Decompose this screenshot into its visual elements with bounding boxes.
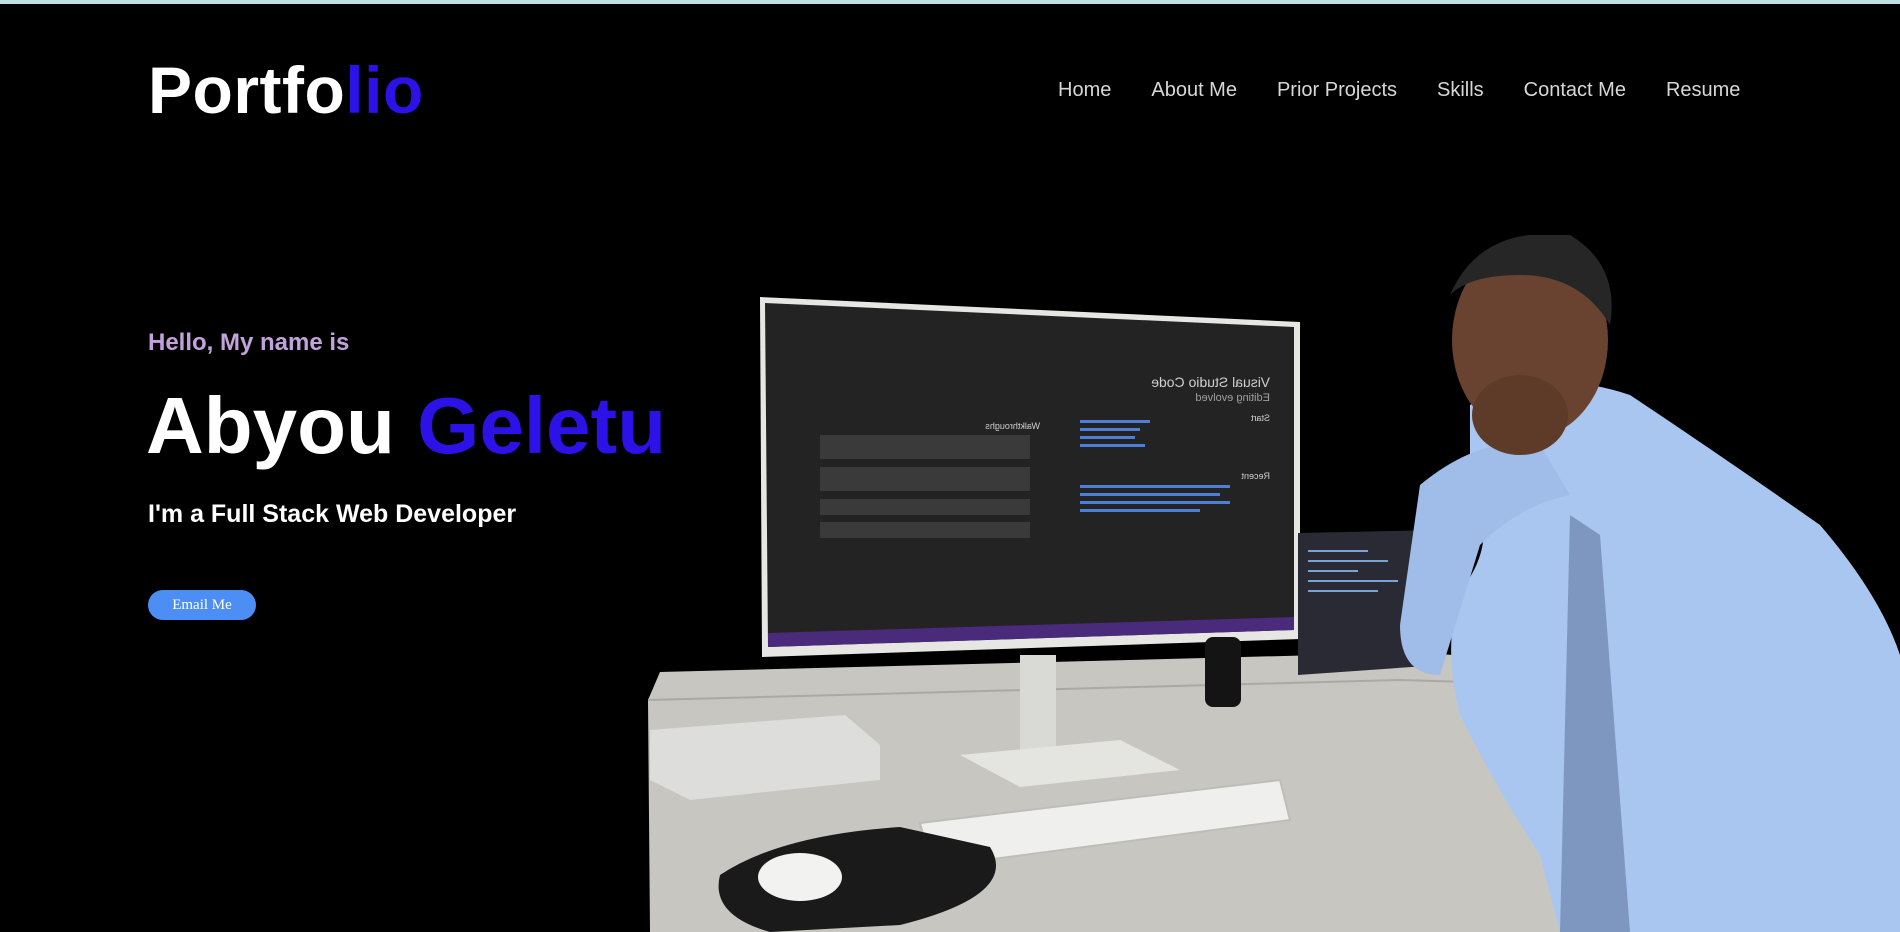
mouse	[758, 853, 842, 901]
nav-skills-link[interactable]: Skills	[1437, 79, 1484, 102]
main-nav: Home About Me Prior Projects Skills Cont…	[1058, 79, 1740, 102]
hero-last-name: Geletu	[417, 381, 667, 470]
logo-part-accent: lio	[345, 53, 424, 127]
monitor-walkthrough-cards	[820, 435, 1030, 538]
nav-projects-link[interactable]: Prior Projects	[1277, 79, 1397, 102]
monitor-walkthroughs-label: Walkthroughs	[985, 421, 1040, 431]
nav-about-link[interactable]: About Me	[1151, 79, 1237, 102]
nav-resume-link[interactable]: Resume	[1666, 79, 1740, 102]
hero-role: I'm a Full Stack Web Developer	[148, 500, 517, 528]
logo-part-white: Portfo	[148, 53, 346, 127]
monitor-start-label: Start	[1250, 413, 1270, 423]
site-logo[interactable]: Portfolio	[148, 57, 424, 123]
monitor-recent-label: Recent	[1241, 471, 1270, 481]
nav-contact-link[interactable]: Contact Me	[1524, 79, 1626, 102]
desk-speaker	[1205, 637, 1241, 707]
hero-greeting: Hello, My name is	[148, 329, 350, 356]
monitor-subtitle: Editing evolved	[1195, 392, 1270, 404]
hero-photo: Visual Studio Code Editing evolved Start…	[647, 235, 1900, 932]
person-hand	[1472, 375, 1568, 455]
monitor-title: Visual Studio Code	[1151, 374, 1270, 390]
site-header: Portfolio Home About Me Prior Projects S…	[0, 0, 1900, 190]
hero-first-name: Abyou	[146, 381, 395, 470]
email-me-button[interactable]: Email Me	[148, 590, 256, 620]
hero-name: Abyou Geletu	[146, 386, 666, 466]
nav-home-link[interactable]: Home	[1058, 79, 1111, 102]
